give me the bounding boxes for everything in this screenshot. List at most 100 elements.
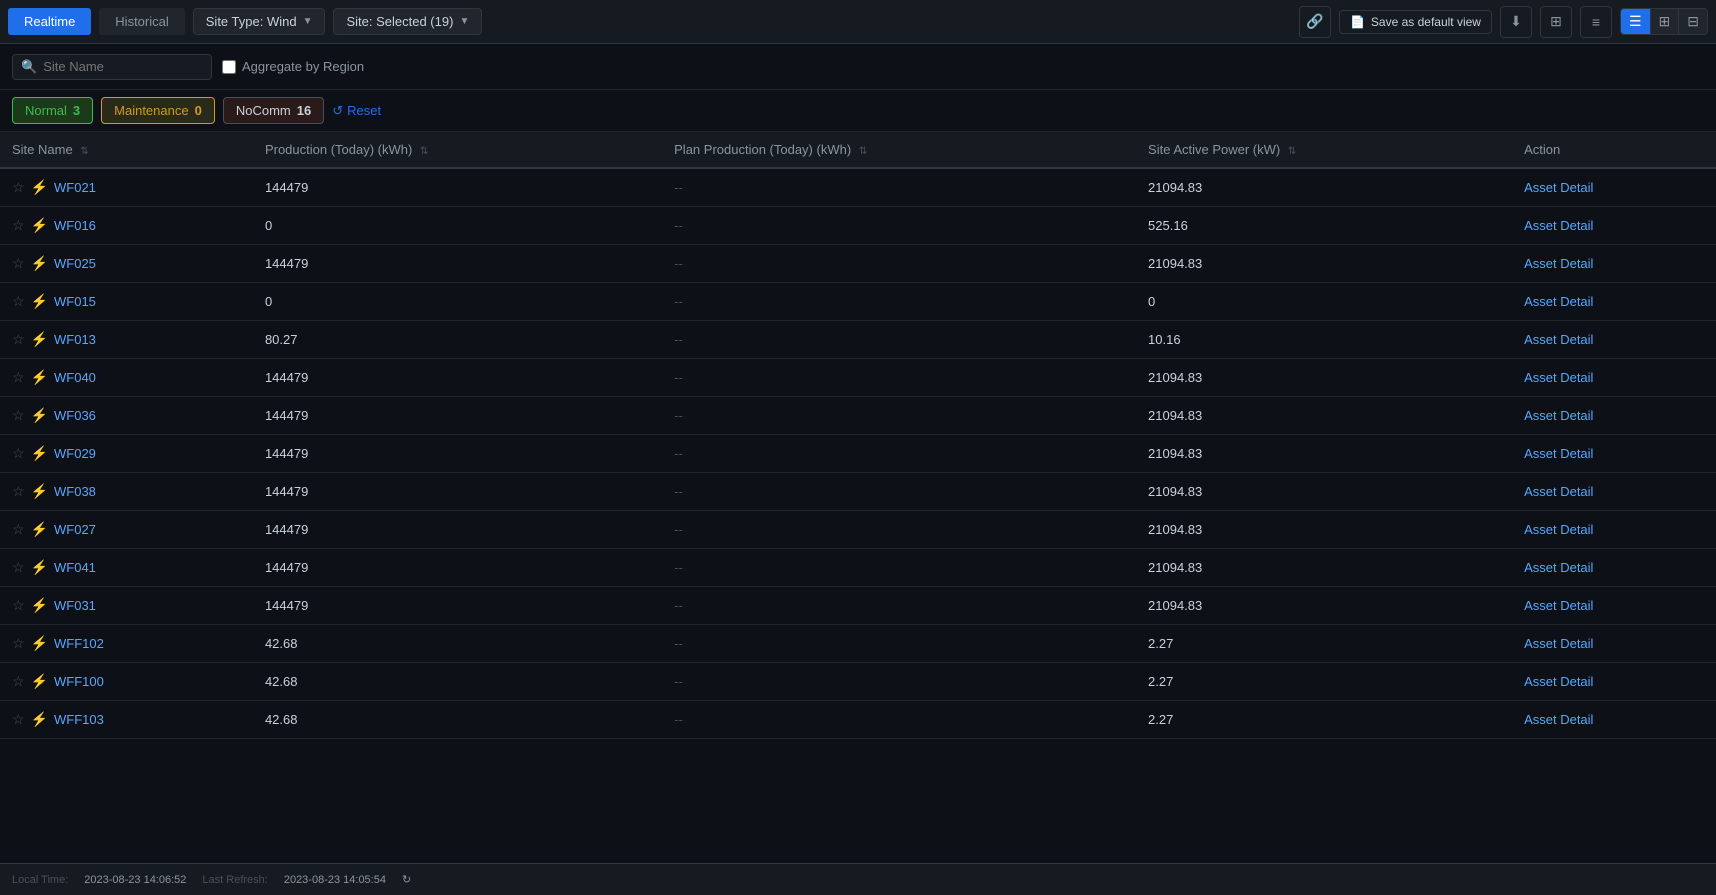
site-name-link[interactable]: WFF100 <box>54 674 104 689</box>
download-button[interactable]: ⬇ <box>1500 6 1532 38</box>
favorite-star-icon[interactable]: ☆ <box>12 521 25 538</box>
site-name-link[interactable]: WF016 <box>54 218 96 233</box>
asset-detail-link[interactable]: Asset Detail <box>1524 332 1593 347</box>
favorite-star-icon[interactable]: ☆ <box>12 293 25 310</box>
favorite-star-icon[interactable]: ☆ <box>12 559 25 576</box>
site-name-link[interactable]: WF041 <box>54 560 96 575</box>
reset-button[interactable]: ↺ Reset <box>332 103 381 119</box>
filter-maintenance-button[interactable]: Maintenance 0 <box>101 97 215 124</box>
site-name-link[interactable]: WFF103 <box>54 712 104 727</box>
filter-nocomm-button[interactable]: NoComm 16 <box>223 97 324 124</box>
link-icon-button[interactable]: 🔗 <box>1299 6 1331 38</box>
favorite-star-icon[interactable]: ☆ <box>12 483 25 500</box>
grid-small-view-button[interactable]: ⊞ <box>1651 9 1680 34</box>
cell-plan-production: -- <box>662 663 1136 701</box>
table-row: ☆ ⚡ WF016 0 -- 525.16 Asset Detail <box>0 207 1716 245</box>
asset-detail-link[interactable]: Asset Detail <box>1524 294 1593 309</box>
filter-normal-button[interactable]: Normal 3 <box>12 97 93 124</box>
tab-realtime[interactable]: Realtime <box>8 8 91 35</box>
site-name-link[interactable]: WF015 <box>54 294 96 309</box>
site-name-link[interactable]: WFF102 <box>54 636 104 651</box>
save-default-button[interactable]: 📄 Save as default view <box>1339 10 1492 34</box>
cell-plan-production: -- <box>662 283 1136 321</box>
cell-active-power: 21094.83 <box>1136 587 1512 625</box>
cell-plan-production: -- <box>662 207 1136 245</box>
cell-action: Asset Detail <box>1512 663 1716 701</box>
favorite-star-icon[interactable]: ☆ <box>12 635 25 652</box>
list-view-button[interactable]: ☰ <box>1621 9 1651 34</box>
chevron-down-icon: ▼ <box>303 16 313 27</box>
sort-icon[interactable]: ⇅ <box>80 146 88 157</box>
asset-detail-link[interactable]: Asset Detail <box>1524 674 1593 689</box>
cell-plan-production: -- <box>662 168 1136 207</box>
favorite-star-icon[interactable]: ☆ <box>12 179 25 196</box>
grid-large-view-button[interactable]: ⊟ <box>1679 9 1707 34</box>
col-site-name: Site Name ⇅ <box>0 132 253 168</box>
table-container: Site Name ⇅ Production (Today) (kWh) ⇅ P… <box>0 132 1716 863</box>
asset-detail-link[interactable]: Asset Detail <box>1524 370 1593 385</box>
cell-plan-production: -- <box>662 511 1136 549</box>
favorite-star-icon[interactable]: ☆ <box>12 331 25 348</box>
favorite-star-icon[interactable]: ☆ <box>12 369 25 386</box>
site-name-link[interactable]: WF031 <box>54 598 96 613</box>
cell-action: Asset Detail <box>1512 283 1716 321</box>
site-name-link[interactable]: WF027 <box>54 522 96 537</box>
cell-production: 42.68 <box>253 625 662 663</box>
asset-detail-link[interactable]: Asset Detail <box>1524 712 1593 727</box>
favorite-star-icon[interactable]: ☆ <box>12 407 25 424</box>
asset-detail-link[interactable]: Asset Detail <box>1524 218 1593 233</box>
asset-detail-link[interactable]: Asset Detail <box>1524 636 1593 651</box>
site-selected-dropdown[interactable]: Site: Selected (19) ▼ <box>333 8 482 35</box>
site-name-link[interactable]: WF029 <box>54 446 96 461</box>
asset-detail-link[interactable]: Asset Detail <box>1524 522 1593 537</box>
wind-turbine-icon: ⚡ <box>31 331 48 348</box>
favorite-star-icon[interactable]: ☆ <box>12 217 25 234</box>
asset-detail-link[interactable]: Asset Detail <box>1524 256 1593 271</box>
search-box: 🔍 <box>12 54 212 80</box>
site-name-link[interactable]: WF021 <box>54 180 96 195</box>
aggregate-region-checkbox-label[interactable]: Aggregate by Region <box>222 59 364 74</box>
favorite-star-icon[interactable]: ☆ <box>12 445 25 462</box>
site-type-dropdown[interactable]: Site Type: Wind ▼ <box>193 8 326 35</box>
wind-turbine-icon: ⚡ <box>31 217 48 234</box>
site-name-link[interactable]: WF040 <box>54 370 96 385</box>
site-name-link[interactable]: WF038 <box>54 484 96 499</box>
sort-icon[interactable]: ⇅ <box>1288 146 1296 157</box>
site-name-link[interactable]: WF013 <box>54 332 96 347</box>
sort-icon[interactable]: ⇅ <box>859 146 867 157</box>
favorite-star-icon[interactable]: ☆ <box>12 597 25 614</box>
cell-active-power: 10.16 <box>1136 321 1512 359</box>
sort-icon[interactable]: ⇅ <box>420 146 428 157</box>
favorite-star-icon[interactable]: ☆ <box>12 711 25 728</box>
asset-detail-link[interactable]: Asset Detail <box>1524 408 1593 423</box>
search-input[interactable] <box>43 59 203 74</box>
cell-site-name: ☆ ⚡ WF027 <box>0 511 253 549</box>
cell-action: Asset Detail <box>1512 245 1716 283</box>
cell-plan-production: -- <box>662 321 1136 359</box>
cell-plan-production: -- <box>662 245 1136 283</box>
asset-detail-link[interactable]: Asset Detail <box>1524 484 1593 499</box>
asset-detail-link[interactable]: Asset Detail <box>1524 598 1593 613</box>
settings-button[interactable]: ≡ <box>1580 6 1612 38</box>
reset-icon: ↺ <box>332 103 343 119</box>
refresh-icon[interactable]: ↻ <box>402 873 411 886</box>
site-name-link[interactable]: WF036 <box>54 408 96 423</box>
cell-production: 80.27 <box>253 321 662 359</box>
cell-production: 0 <box>253 207 662 245</box>
cell-site-name: ☆ ⚡ WF025 <box>0 245 253 283</box>
cell-active-power: 21094.83 <box>1136 359 1512 397</box>
site-name-link[interactable]: WF025 <box>54 256 96 271</box>
favorite-star-icon[interactable]: ☆ <box>12 673 25 690</box>
favorite-star-icon[interactable]: ☆ <box>12 255 25 272</box>
table-row: ☆ ⚡ WF025 144479 -- 21094.83 Asset Detai… <box>0 245 1716 283</box>
table-row: ☆ ⚡ WF041 144479 -- 21094.83 Asset Detai… <box>0 549 1716 587</box>
top-bar: Realtime Historical Site Type: Wind ▼ Si… <box>0 0 1716 44</box>
aggregate-region-checkbox[interactable] <box>222 60 236 74</box>
asset-detail-link[interactable]: Asset Detail <box>1524 560 1593 575</box>
asset-detail-link[interactable]: Asset Detail <box>1524 180 1593 195</box>
tab-historical[interactable]: Historical <box>99 8 184 35</box>
layout-button[interactable]: ⊞ <box>1540 6 1572 38</box>
wind-turbine-icon: ⚡ <box>31 293 48 310</box>
asset-detail-link[interactable]: Asset Detail <box>1524 446 1593 461</box>
sites-table: Site Name ⇅ Production (Today) (kWh) ⇅ P… <box>0 132 1716 739</box>
